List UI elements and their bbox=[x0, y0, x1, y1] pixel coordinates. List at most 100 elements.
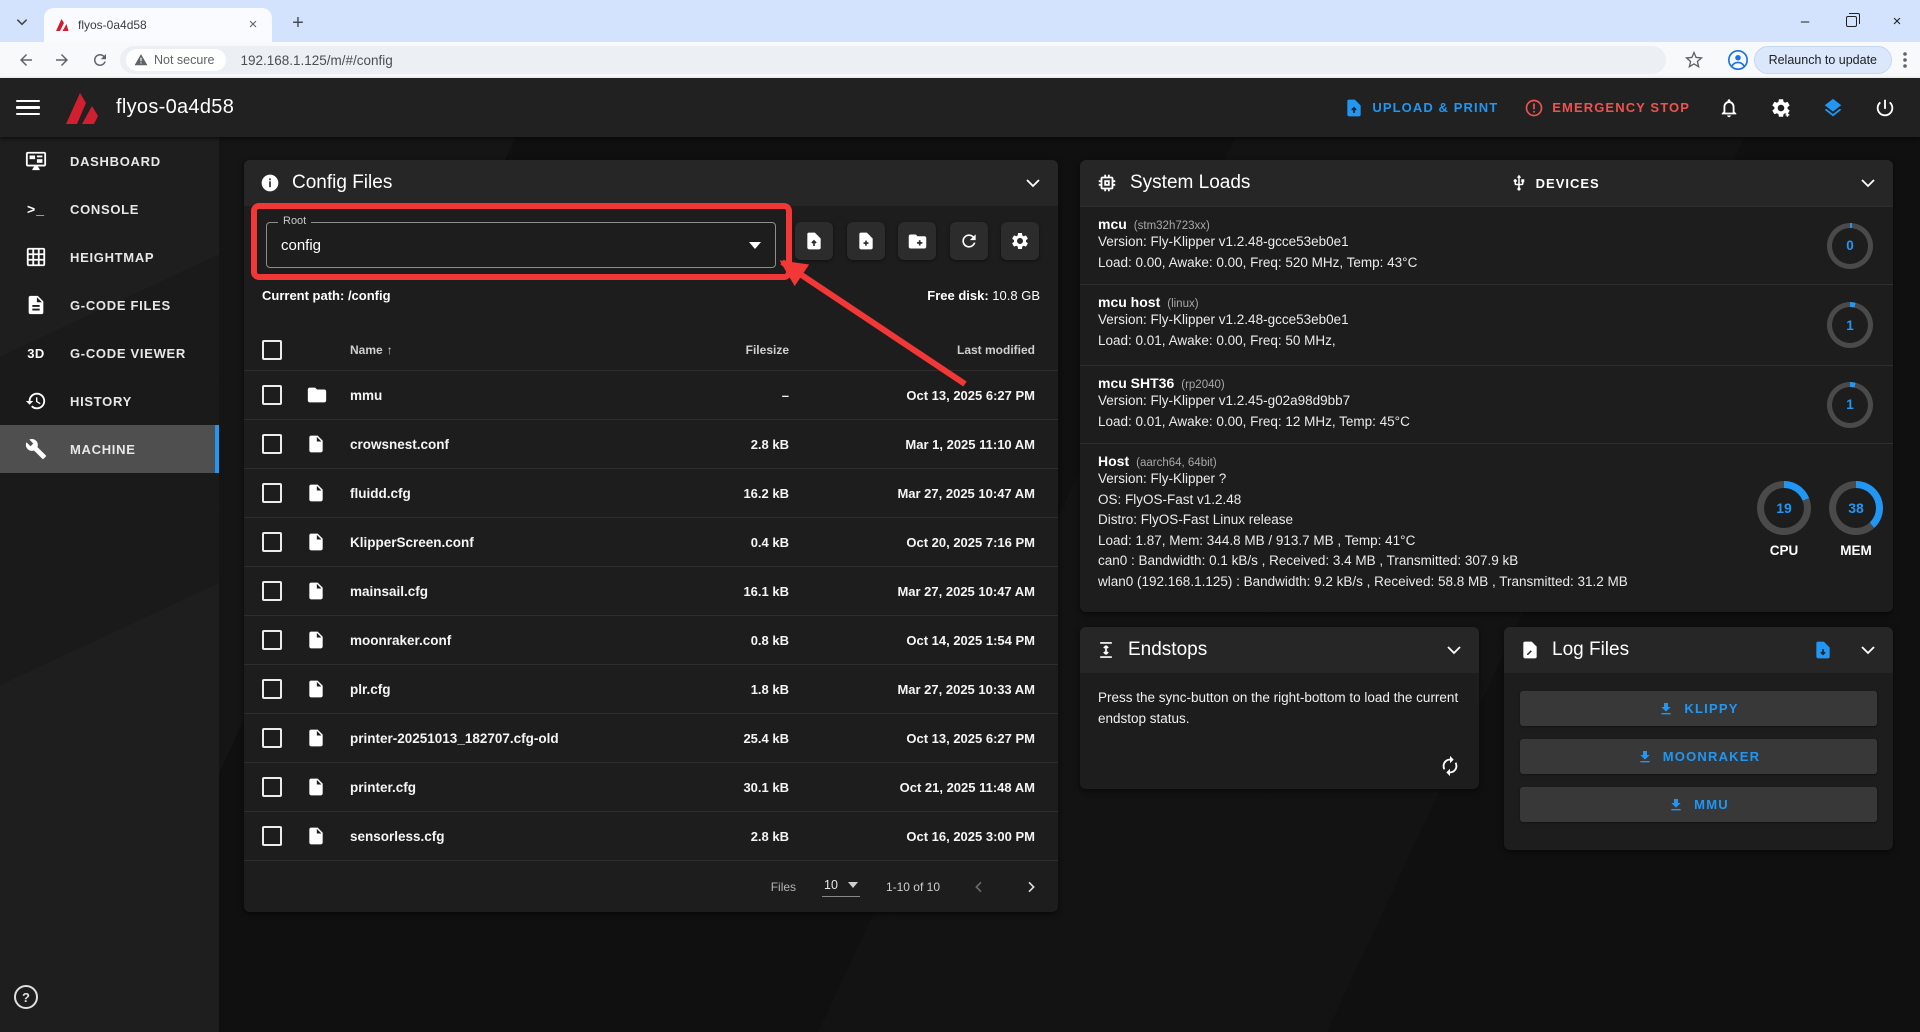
table-row[interactable]: mmu – Oct 13, 2025 6:27 PM bbox=[244, 370, 1058, 419]
root-select-value: config bbox=[281, 237, 321, 254]
endstop-icon bbox=[1096, 640, 1116, 660]
endstops-header: Endstops bbox=[1080, 627, 1479, 673]
bookmark-star-icon[interactable] bbox=[1682, 48, 1706, 72]
file-icon bbox=[306, 483, 326, 503]
new-tab-button[interactable]: + bbox=[284, 10, 312, 38]
menu-hamburger-button[interactable] bbox=[16, 96, 40, 120]
pagination: Files 10 1-10 of 10 bbox=[244, 860, 1058, 912]
panel-title: Config Files bbox=[292, 172, 392, 194]
browser-tab[interactable]: flyos-0a4d58 × bbox=[44, 8, 272, 42]
console-icon: >_ bbox=[24, 197, 48, 221]
restore-icon bbox=[1846, 16, 1857, 27]
interface-settings-icon[interactable] bbox=[1768, 95, 1794, 121]
emergency-stop-button[interactable]: EMERGENCY STOP bbox=[1524, 98, 1690, 118]
devices-button[interactable]: DEVICES bbox=[1510, 174, 1600, 192]
create-file-button[interactable] bbox=[847, 222, 885, 260]
security-label: Not secure bbox=[154, 53, 214, 67]
sidebar-item-dashboard[interactable]: DASHBOARD bbox=[0, 137, 219, 185]
row-checkbox[interactable] bbox=[262, 630, 282, 650]
row-checkbox[interactable] bbox=[262, 434, 282, 454]
window-minimize-button[interactable]: – bbox=[1782, 0, 1828, 42]
row-checkbox[interactable] bbox=[262, 728, 282, 748]
system-loads-panel: System Loads DEVICES mcu(stm32h723xx) Ve… bbox=[1080, 160, 1893, 612]
sync-button[interactable] bbox=[1437, 753, 1463, 779]
tab-search-button[interactable] bbox=[8, 8, 36, 36]
help-button[interactable]: ? bbox=[14, 985, 38, 1009]
tab-title: flyos-0a4d58 bbox=[78, 18, 244, 32]
table-row[interactable]: moonraker.conf 0.8 kB Oct 14, 2025 1:54 … bbox=[244, 615, 1058, 664]
cpu-gauge: 19 CPU bbox=[1757, 481, 1811, 558]
table-row[interactable]: fluidd.cfg 16.2 kB Mar 27, 2025 10:47 AM bbox=[244, 468, 1058, 517]
sidebar-item-heightmap[interactable]: HEIGHTMAP bbox=[0, 233, 219, 281]
column-last-modified[interactable]: Last modified bbox=[789, 343, 1035, 357]
reload-button[interactable] bbox=[88, 48, 112, 72]
panel-title: Endstops bbox=[1128, 639, 1207, 661]
file-icon bbox=[306, 630, 326, 650]
main-content: Config Files Root config bbox=[219, 137, 1920, 1032]
forward-button[interactable] bbox=[50, 48, 74, 72]
relaunch-to-update-button[interactable]: Relaunch to update bbox=[1754, 46, 1892, 74]
klippy-log-button[interactable]: KLIPPY bbox=[1520, 691, 1877, 726]
table-row[interactable]: crowsnest.conf 2.8 kB Mar 1, 2025 11:10 … bbox=[244, 419, 1058, 468]
tab-close-icon[interactable]: × bbox=[244, 16, 262, 34]
file-icon bbox=[306, 826, 326, 846]
power-icon[interactable] bbox=[1872, 95, 1898, 121]
table-row[interactable]: printer.cfg 30.1 kB Oct 21, 2025 11:48 A… bbox=[244, 762, 1058, 811]
column-filesize[interactable]: Filesize bbox=[629, 343, 789, 357]
row-checkbox[interactable] bbox=[262, 385, 282, 405]
sidebar-item-console[interactable]: >_ CONSOLE bbox=[0, 185, 219, 233]
upload-file-button[interactable] bbox=[795, 222, 833, 260]
root-select[interactable]: Root config bbox=[266, 222, 776, 268]
mcu-host-load-gauge: 1 bbox=[1827, 302, 1873, 348]
sidebar-item-gcode-viewer[interactable]: 3D G-CODE VIEWER bbox=[0, 329, 219, 377]
table-row[interactable]: mainsail.cfg 16.1 kB Mar 27, 2025 10:47 … bbox=[244, 566, 1058, 615]
panel-title: Log Files bbox=[1552, 639, 1629, 661]
moonraker-log-button[interactable]: MOONRAKER bbox=[1520, 739, 1877, 774]
chip-icon bbox=[1096, 172, 1118, 194]
mmu-log-button[interactable]: MMU bbox=[1520, 787, 1877, 822]
settings-button[interactable] bbox=[1001, 222, 1039, 260]
table-row[interactable]: sensorless.cfg 2.8 kB Oct 16, 2025 3:00 … bbox=[244, 811, 1058, 860]
layers-icon[interactable] bbox=[1820, 95, 1846, 121]
wrench-icon bbox=[24, 437, 48, 461]
collapse-chevron-icon[interactable] bbox=[1445, 641, 1463, 659]
notifications-bell-icon[interactable] bbox=[1716, 95, 1742, 121]
profile-icon[interactable] bbox=[1726, 48, 1750, 72]
collapse-chevron-icon[interactable] bbox=[1859, 174, 1877, 192]
collapse-chevron-icon[interactable] bbox=[1859, 641, 1877, 659]
address-bar[interactable]: Not secure 192.168.1.125/m/#/config bbox=[120, 46, 1666, 74]
sidebar-item-machine[interactable]: MACHINE bbox=[0, 425, 219, 473]
row-checkbox[interactable] bbox=[262, 826, 282, 846]
table-row[interactable]: KlipperScreen.conf 0.4 kB Oct 20, 2025 7… bbox=[244, 517, 1058, 566]
window-restore-button[interactable] bbox=[1828, 0, 1874, 42]
browser-menu-icon[interactable] bbox=[1896, 50, 1914, 70]
create-folder-button[interactable] bbox=[898, 222, 936, 260]
row-checkbox[interactable] bbox=[262, 581, 282, 601]
table-row[interactable]: printer-20251013_182707.cfg-old 25.4 kB … bbox=[244, 713, 1058, 762]
refresh-button[interactable] bbox=[950, 222, 988, 260]
back-button[interactable] bbox=[14, 48, 38, 72]
files-per-page-label: Files bbox=[771, 880, 796, 894]
next-page-button[interactable] bbox=[1018, 874, 1044, 900]
prev-page-button[interactable] bbox=[966, 874, 992, 900]
table-row[interactable]: plr.cfg 1.8 kB Mar 27, 2025 10:33 AM bbox=[244, 664, 1058, 713]
column-name[interactable]: Name↑ bbox=[350, 343, 629, 357]
download-all-logs-icon[interactable] bbox=[1813, 640, 1833, 660]
security-chip[interactable]: Not secure bbox=[126, 49, 226, 71]
upload-and-print-button[interactable]: UPLOAD & PRINT bbox=[1344, 98, 1498, 118]
select-all-checkbox[interactable] bbox=[262, 340, 282, 360]
row-checkbox[interactable] bbox=[262, 777, 282, 797]
row-checkbox[interactable] bbox=[262, 483, 282, 503]
sidebar-item-history[interactable]: HISTORY bbox=[0, 377, 219, 425]
sort-asc-icon: ↑ bbox=[387, 343, 393, 357]
download-icon bbox=[1658, 701, 1674, 717]
row-checkbox[interactable] bbox=[262, 679, 282, 699]
collapse-chevron-icon[interactable] bbox=[1024, 174, 1042, 192]
window-close-button[interactable]: × bbox=[1874, 0, 1920, 42]
sidebar-item-gcode-files[interactable]: G-CODE FILES bbox=[0, 281, 219, 329]
app-bar: flyos-0a4d58 UPLOAD & PRINT EMERGENCY ST… bbox=[0, 78, 1920, 137]
per-page-select[interactable]: 10 bbox=[822, 876, 860, 897]
file-upload-icon bbox=[1344, 98, 1364, 118]
endstops-message: Press the sync-button on the right-botto… bbox=[1080, 673, 1479, 743]
row-checkbox[interactable] bbox=[262, 532, 282, 552]
